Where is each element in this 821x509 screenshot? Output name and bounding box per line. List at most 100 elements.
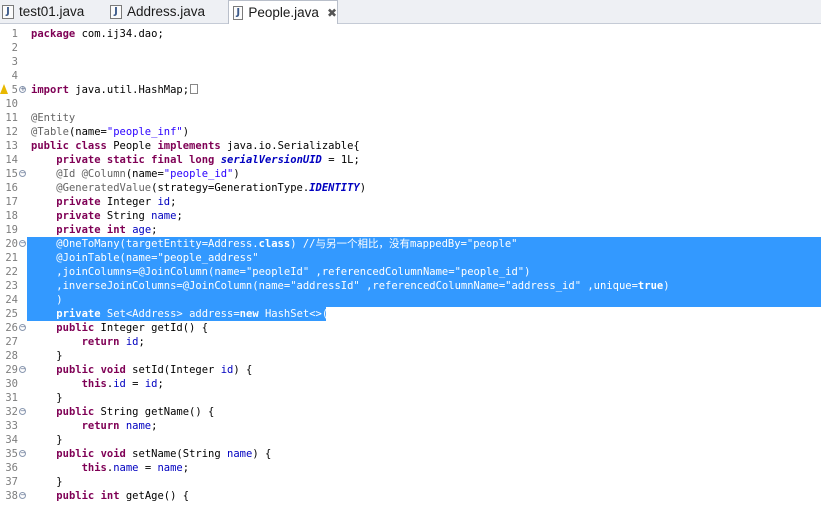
line-number: 15 — [5, 168, 18, 180]
line-number: 29 — [5, 364, 18, 376]
line-number: 38 — [5, 490, 18, 502]
code-line[interactable]: 24 ) — [0, 293, 821, 307]
code-text: public void setName(String name) { — [56, 448, 272, 460]
line-number: 35 — [5, 448, 18, 460]
code-line[interactable]: 22 ,joinColumns=@JoinColumn(name="people… — [0, 265, 821, 279]
warning-icon[interactable] — [0, 84, 8, 94]
code-line[interactable]: 13 public class People implements java.io… — [0, 139, 821, 153]
code-line[interactable]: 28 } — [0, 349, 821, 363]
code-text: return id; — [81, 336, 145, 348]
code-text: this.name = name; — [81, 462, 190, 474]
code-text: } — [31, 476, 63, 488]
code-text: ) — [31, 294, 63, 306]
line-number: 19 — [5, 224, 18, 236]
tab-test01-java[interactable]: J test01.java — [2, 0, 106, 23]
code-line[interactable]: 20− @OneToMany(targetEntity=Address.clas… — [0, 237, 821, 251]
close-icon[interactable]: ✖ — [327, 6, 337, 20]
collapse-fold-icon[interactable]: − — [19, 408, 26, 415]
code-line[interactable]: 21 @JoinTable(name="people_address" — [0, 251, 821, 265]
code-line[interactable]: 3 — [0, 55, 821, 69]
tab-people-java[interactable]: J People.java ✖ — [228, 0, 338, 24]
code-line[interactable]: 10 — [0, 97, 821, 111]
code-line[interactable]: 16 @GeneratedValue(strategy=GenerationTy… — [0, 181, 821, 195]
code-line[interactable]: 30 this.id = id; — [0, 377, 821, 391]
code-text: } — [31, 350, 63, 362]
selection-highlight — [27, 293, 821, 307]
code-line[interactable]: 19 private int age; — [0, 223, 821, 237]
code-line[interactable]: 36 this.name = name; — [0, 461, 821, 475]
code-text: this.id = id; — [81, 378, 164, 390]
code-line[interactable]: 23 ,inverseJoinColumns=@JoinColumn(name=… — [0, 279, 821, 293]
folded-imports-icon[interactable] — [190, 84, 199, 94]
line-number: 25 — [5, 308, 18, 320]
code-line[interactable]: 15− @Id @Column(name="people_id") — [0, 167, 821, 181]
line-number: 10 — [5, 98, 18, 110]
line-number: 14 — [5, 154, 18, 166]
code-text: @JoinTable(name="people_address" — [56, 252, 259, 264]
code-text: package com.ij34.dao; — [31, 28, 164, 40]
code-line[interactable]: 33 return name; — [0, 419, 821, 433]
line-number: 17 — [5, 196, 18, 208]
code-line[interactable]: 29− public void setId(Integer id) { — [0, 363, 821, 377]
code-line[interactable]: 37 } — [0, 475, 821, 489]
code-text: public int getAge() { — [56, 490, 190, 502]
code-text: private static final long serialVersionU… — [56, 154, 360, 166]
code-line[interactable]: 26− public Integer getId() { — [0, 321, 821, 335]
code-text: } — [31, 434, 63, 446]
line-number: 1 — [11, 28, 18, 40]
expand-fold-icon[interactable]: + — [19, 86, 26, 93]
java-file-icon: J — [2, 4, 14, 19]
code-line[interactable]: 11 @Entity — [0, 111, 821, 125]
code-line[interactable]: 35− public void setName(String name) { — [0, 447, 821, 461]
code-text: public class People implements java.io.S… — [31, 140, 360, 152]
code-line[interactable]: 38− public int getAge() { — [0, 489, 821, 503]
collapse-fold-icon[interactable]: − — [19, 324, 26, 331]
code-line[interactable]: 12 @Table(name="people_inf") — [0, 125, 821, 139]
code-line[interactable]: 31 } — [0, 391, 821, 405]
code-line[interactable]: 17 private Integer id; — [0, 195, 821, 209]
code-text: return name; — [81, 420, 158, 432]
code-line[interactable]: 5 + import java.util.HashMap; — [0, 83, 821, 97]
code-line[interactable]: 25 private Set<Address> address=new Hash… — [0, 307, 821, 321]
code-text: public Integer getId() { — [56, 322, 209, 334]
line-number: 13 — [5, 140, 18, 152]
line-number: 28 — [5, 350, 18, 362]
java-file-icon: J — [233, 5, 244, 20]
code-text: @Id @Column(name="people_id") — [56, 168, 240, 180]
line-number: 3 — [11, 56, 18, 68]
line-number: 20 — [5, 238, 18, 250]
code-line[interactable]: 2 — [0, 41, 821, 55]
collapse-fold-icon[interactable]: − — [19, 492, 26, 499]
line-number: 31 — [5, 392, 18, 404]
line-number: 16 — [5, 182, 18, 194]
eclipse-editor-window: J test01.java J Address.java J People.ja… — [0, 0, 821, 509]
collapse-fold-icon[interactable]: − — [19, 170, 26, 177]
code-editor[interactable]: 1 package com.ij34.dao; 2 3 4 5 + import java.u… — [0, 24, 821, 509]
line-number: 23 — [5, 280, 18, 292]
code-line[interactable]: 4 — [0, 69, 821, 83]
line-number: 34 — [5, 434, 18, 446]
line-number: 22 — [5, 266, 18, 278]
tab-address-java[interactable]: J Address.java — [110, 0, 226, 23]
line-number: 33 — [5, 420, 18, 432]
collapse-fold-icon[interactable]: − — [19, 450, 26, 457]
line-number: 18 — [5, 210, 18, 222]
code-line[interactable]: 27 return id; — [0, 335, 821, 349]
code-text: @GeneratedValue(strategy=GenerationType.… — [56, 182, 367, 194]
code-line[interactable]: 34 } — [0, 433, 821, 447]
code-text: private String name; — [56, 210, 183, 222]
code-line[interactable]: 1 package com.ij34.dao; — [0, 27, 821, 41]
code-line[interactable]: 32− public String getName() { — [0, 405, 821, 419]
collapse-fold-icon[interactable]: − — [19, 366, 26, 373]
code-text: @Entity — [31, 112, 76, 124]
code-line[interactable]: 18 private String name; — [0, 209, 821, 223]
code-text: public void setId(Integer id) { — [56, 364, 253, 376]
line-number: 37 — [5, 476, 18, 488]
code-text: private Set<Address> address=new HashSet… — [56, 308, 341, 320]
code-line[interactable]: 14 private static final long serialVersi… — [0, 153, 821, 167]
code-text: @OneToMany(targetEntity=Address.class) /… — [56, 238, 518, 250]
line-number: 4 — [11, 70, 18, 82]
line-number: 24 — [5, 294, 18, 306]
line-number: 36 — [5, 462, 18, 474]
collapse-fold-icon[interactable]: − — [19, 240, 26, 247]
